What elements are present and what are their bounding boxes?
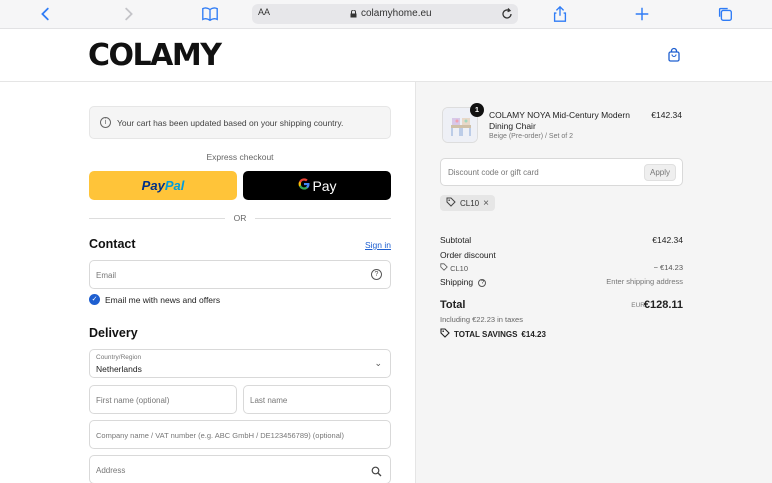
info-icon: i xyxy=(100,117,111,128)
express-checkout-label: Express checkout xyxy=(206,152,274,162)
subtotal-value: €142.34 xyxy=(652,235,683,245)
paypal-wordmark-pay: Pay xyxy=(141,178,165,193)
chevron-down-icon: ⌄ xyxy=(374,358,382,368)
taxes-note: Including €22.23 in taxes xyxy=(440,315,523,324)
remove-discount-icon[interactable]: × xyxy=(483,198,489,209)
reader-aa-button[interactable]: AA xyxy=(258,7,270,17)
google-pay-button[interactable]: Pay xyxy=(243,171,391,200)
paypal-wordmark-pal: Pal xyxy=(164,178,185,193)
product-name: COLAMY NOYA Mid-Century Modern Dining Ch… xyxy=(489,110,630,131)
address-field[interactable]: Address xyxy=(89,455,391,483)
bookmarks-icon[interactable] xyxy=(200,4,220,24)
discount-placeholder: Discount code or gift card xyxy=(448,168,539,177)
applied-discount-chip: CL10 × xyxy=(440,195,495,211)
new-tab-icon[interactable] xyxy=(632,4,652,24)
share-icon[interactable] xyxy=(550,4,570,24)
subtotal-label: Subtotal xyxy=(440,235,472,245)
delivery-heading: Delivery xyxy=(89,326,138,340)
reload-icon[interactable] xyxy=(500,7,514,21)
last-name-field[interactable]: Last name xyxy=(243,385,391,414)
email-optin-label[interactable]: Email me with news and offers xyxy=(105,295,220,305)
tag-icon xyxy=(440,263,450,273)
brand-logo[interactable]: COLAMY xyxy=(88,38,222,73)
company-placeholder: Company name / VAT number (e.g. ABC GmbH… xyxy=(96,431,345,440)
country-value: Netherlands xyxy=(96,364,142,374)
discount-value: − €14.23 xyxy=(653,263,683,272)
discount-code-row: CL10 − €14.23 xyxy=(440,263,683,273)
last-name-placeholder: Last name xyxy=(250,396,288,405)
shopping-bag-icon[interactable] xyxy=(666,47,682,63)
or-divider: OR xyxy=(89,213,391,223)
order-discount-label: Order discount xyxy=(440,250,496,260)
email-placeholder: Email xyxy=(96,271,117,280)
first-name-placeholder: First name (optional) xyxy=(96,396,170,405)
tabs-overview-icon[interactable] xyxy=(715,4,735,24)
address-bar[interactable]: AA colamyhome.eu xyxy=(252,4,518,24)
paypal-button[interactable]: Pay Pal xyxy=(89,171,237,200)
shipping-value: Enter shipping address xyxy=(606,277,683,286)
first-name-field[interactable]: First name (optional) xyxy=(89,385,237,414)
order-discount-row: Order discount xyxy=(440,250,683,260)
shipping-label: Shipping xyxy=(440,277,474,287)
checkout-form: i Your cart has been updated based on yo… xyxy=(0,82,415,483)
help-icon[interactable]: ? xyxy=(478,279,487,287)
total-savings: TOTAL SAVINGS €14.23 xyxy=(440,328,546,340)
gpay-label: Pay xyxy=(312,177,337,194)
tag-icon xyxy=(446,197,456,209)
url-text: colamyhome.eu xyxy=(361,8,432,19)
apply-button[interactable]: Apply xyxy=(644,164,676,181)
savings-label: TOTAL SAVINGS xyxy=(454,329,518,339)
browser-toolbar: AA colamyhome.eu xyxy=(0,0,772,29)
discount-code-input[interactable]: Discount code or gift card Apply xyxy=(440,158,683,186)
total-label: Total xyxy=(440,299,466,311)
or-label: OR xyxy=(233,213,247,223)
contact-heading: Contact xyxy=(89,237,136,251)
shipping-row: Shipping ? Enter shipping address xyxy=(440,277,683,287)
company-field[interactable]: Company name / VAT number (e.g. ABC GmbH… xyxy=(89,420,391,449)
sign-in-link[interactable]: Sign in xyxy=(365,240,391,250)
address-placeholder: Address xyxy=(96,466,126,475)
help-icon[interactable]: ? xyxy=(371,269,382,280)
order-summary: 1 COLAMY NOYA Mid-Century Modern Dining … xyxy=(415,82,772,483)
country-label: Country/Region xyxy=(96,354,142,361)
forward-icon[interactable] xyxy=(118,4,138,24)
product-price: €142.34 xyxy=(651,110,682,120)
tag-icon xyxy=(440,328,450,340)
country-select[interactable]: Country/Region Netherlands ⌄ xyxy=(89,349,391,378)
email-field[interactable]: Email ? xyxy=(89,260,391,289)
subtotal-row: Subtotal €142.34 xyxy=(440,235,683,245)
back-icon[interactable] xyxy=(36,4,56,24)
total-value: €128.11 xyxy=(643,299,683,311)
notice-text: Your cart has been updated based on your… xyxy=(117,117,344,128)
lock-icon xyxy=(350,9,357,18)
discount-code-label: CL10 xyxy=(450,264,469,273)
product-variant: Beige (Pre-order) / Set of 2 xyxy=(489,133,574,140)
email-optin-checkbox[interactable]: ✓ xyxy=(89,294,100,305)
cart-updated-notice: i Your cart has been updated based on yo… xyxy=(89,106,391,139)
search-icon xyxy=(371,464,382,477)
savings-value: €14.23 xyxy=(521,329,546,339)
quantity-badge: 1 xyxy=(470,103,484,117)
google-g-icon xyxy=(297,177,311,194)
site-header: COLAMY xyxy=(0,30,772,82)
applied-code-label: CL10 xyxy=(460,198,480,208)
total-row: Total EUR €128.11 xyxy=(440,299,683,311)
